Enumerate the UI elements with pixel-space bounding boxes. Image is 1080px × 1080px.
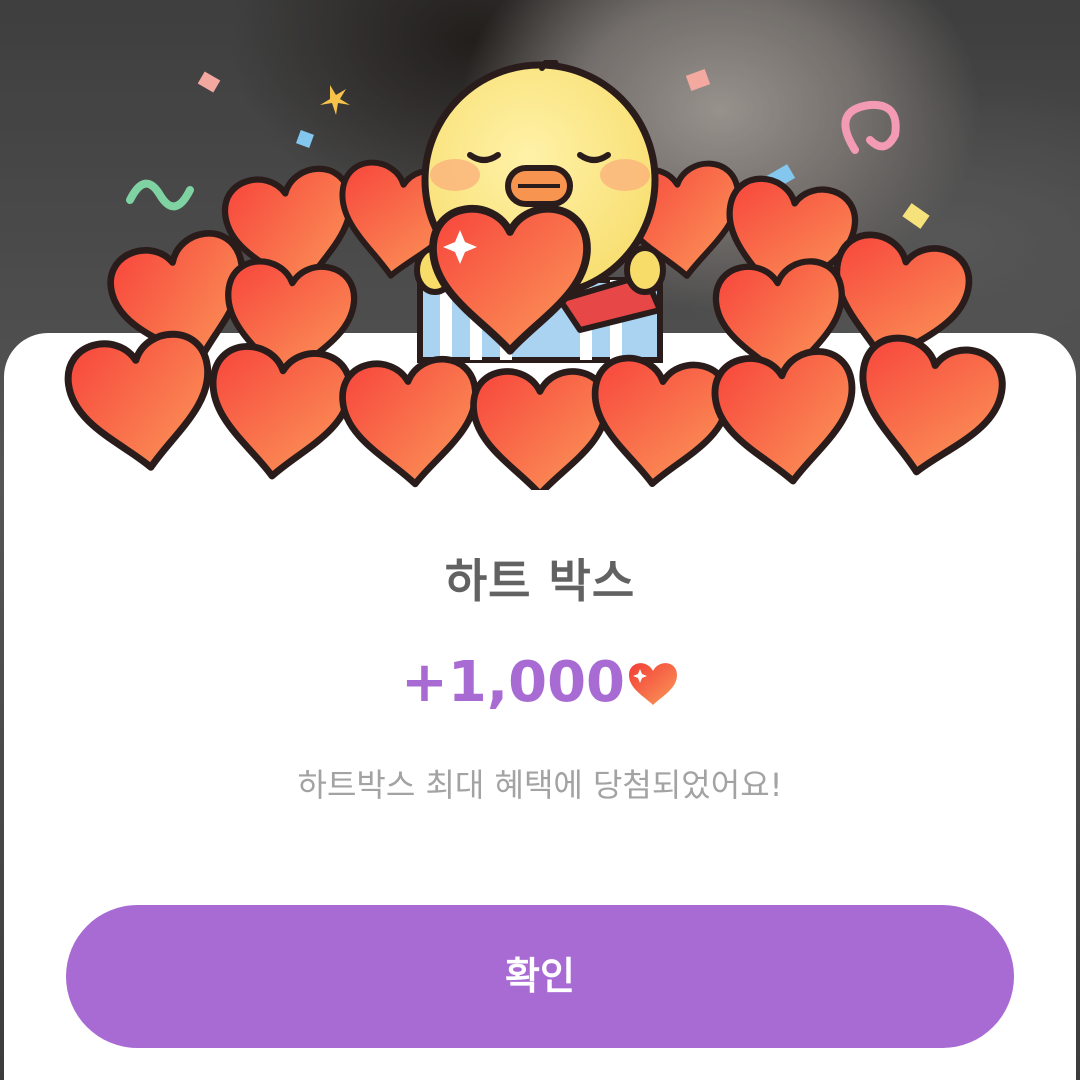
reward-amount-row: +1,000 <box>0 648 1080 724</box>
chick-holding-heart-icon <box>60 60 1020 490</box>
confirm-button[interactable]: 확인 <box>66 905 1014 1048</box>
reward-amount: +1,000 <box>400 650 626 715</box>
heart-icon <box>627 654 679 724</box>
heart-box-screen: 하트 박스 +1,000 하트박스 최대 혜택에 당첨되었어요! 확인 <box>0 0 1080 1080</box>
dialog-message: 하트박스 최대 혜택에 당첨되었어요! <box>297 766 783 804</box>
dialog-title: 하트 박스 <box>444 554 636 608</box>
